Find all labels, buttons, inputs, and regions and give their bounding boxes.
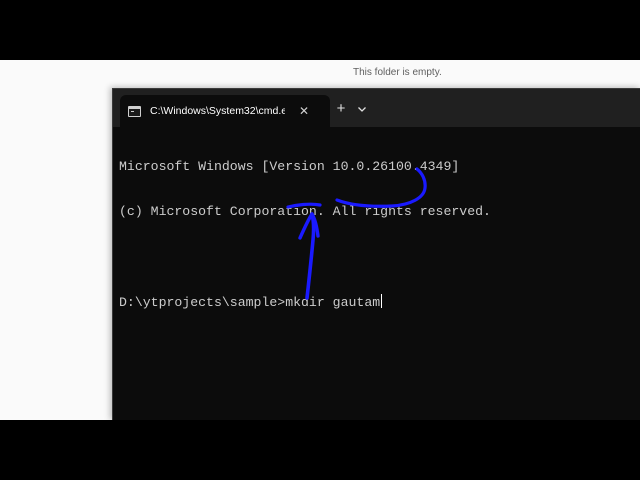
tab-title: C:\Windows\System32\cmd.e [150,105,285,117]
new-tab-button[interactable]: + [331,99,351,119]
console-line: D:\ytprojects\sample>mkdir gautam [119,294,640,310]
tab-cmd[interactable]: C:\Windows\System32\cmd.e ✕ [120,95,330,127]
console-output[interactable]: Microsoft Windows [Version 10.0.26100.43… [119,129,640,339]
chevron-down-icon[interactable] [352,99,372,119]
video-letterbox-top [0,0,640,60]
terminal-tab-bar: C:\Windows\System32\cmd.e ✕ + [113,89,640,127]
close-tab-icon[interactable]: ✕ [299,105,309,117]
cmd-terminal-icon [128,105,141,117]
console-line: Microsoft Windows [Version 10.0.26100.43… [119,159,460,174]
console-line: (c) Microsoft Corporation. All rights re… [119,204,491,219]
video-letterbox-bottom [0,420,640,480]
terminal-window: C:\Windows\System32\cmd.e ✕ + Microsoft … [112,88,640,421]
command-prompt-line: D:\ytprojects\sample>mkdir gautam [119,295,381,310]
text-cursor [381,294,383,308]
folder-empty-message: This folder is empty. [353,67,442,78]
